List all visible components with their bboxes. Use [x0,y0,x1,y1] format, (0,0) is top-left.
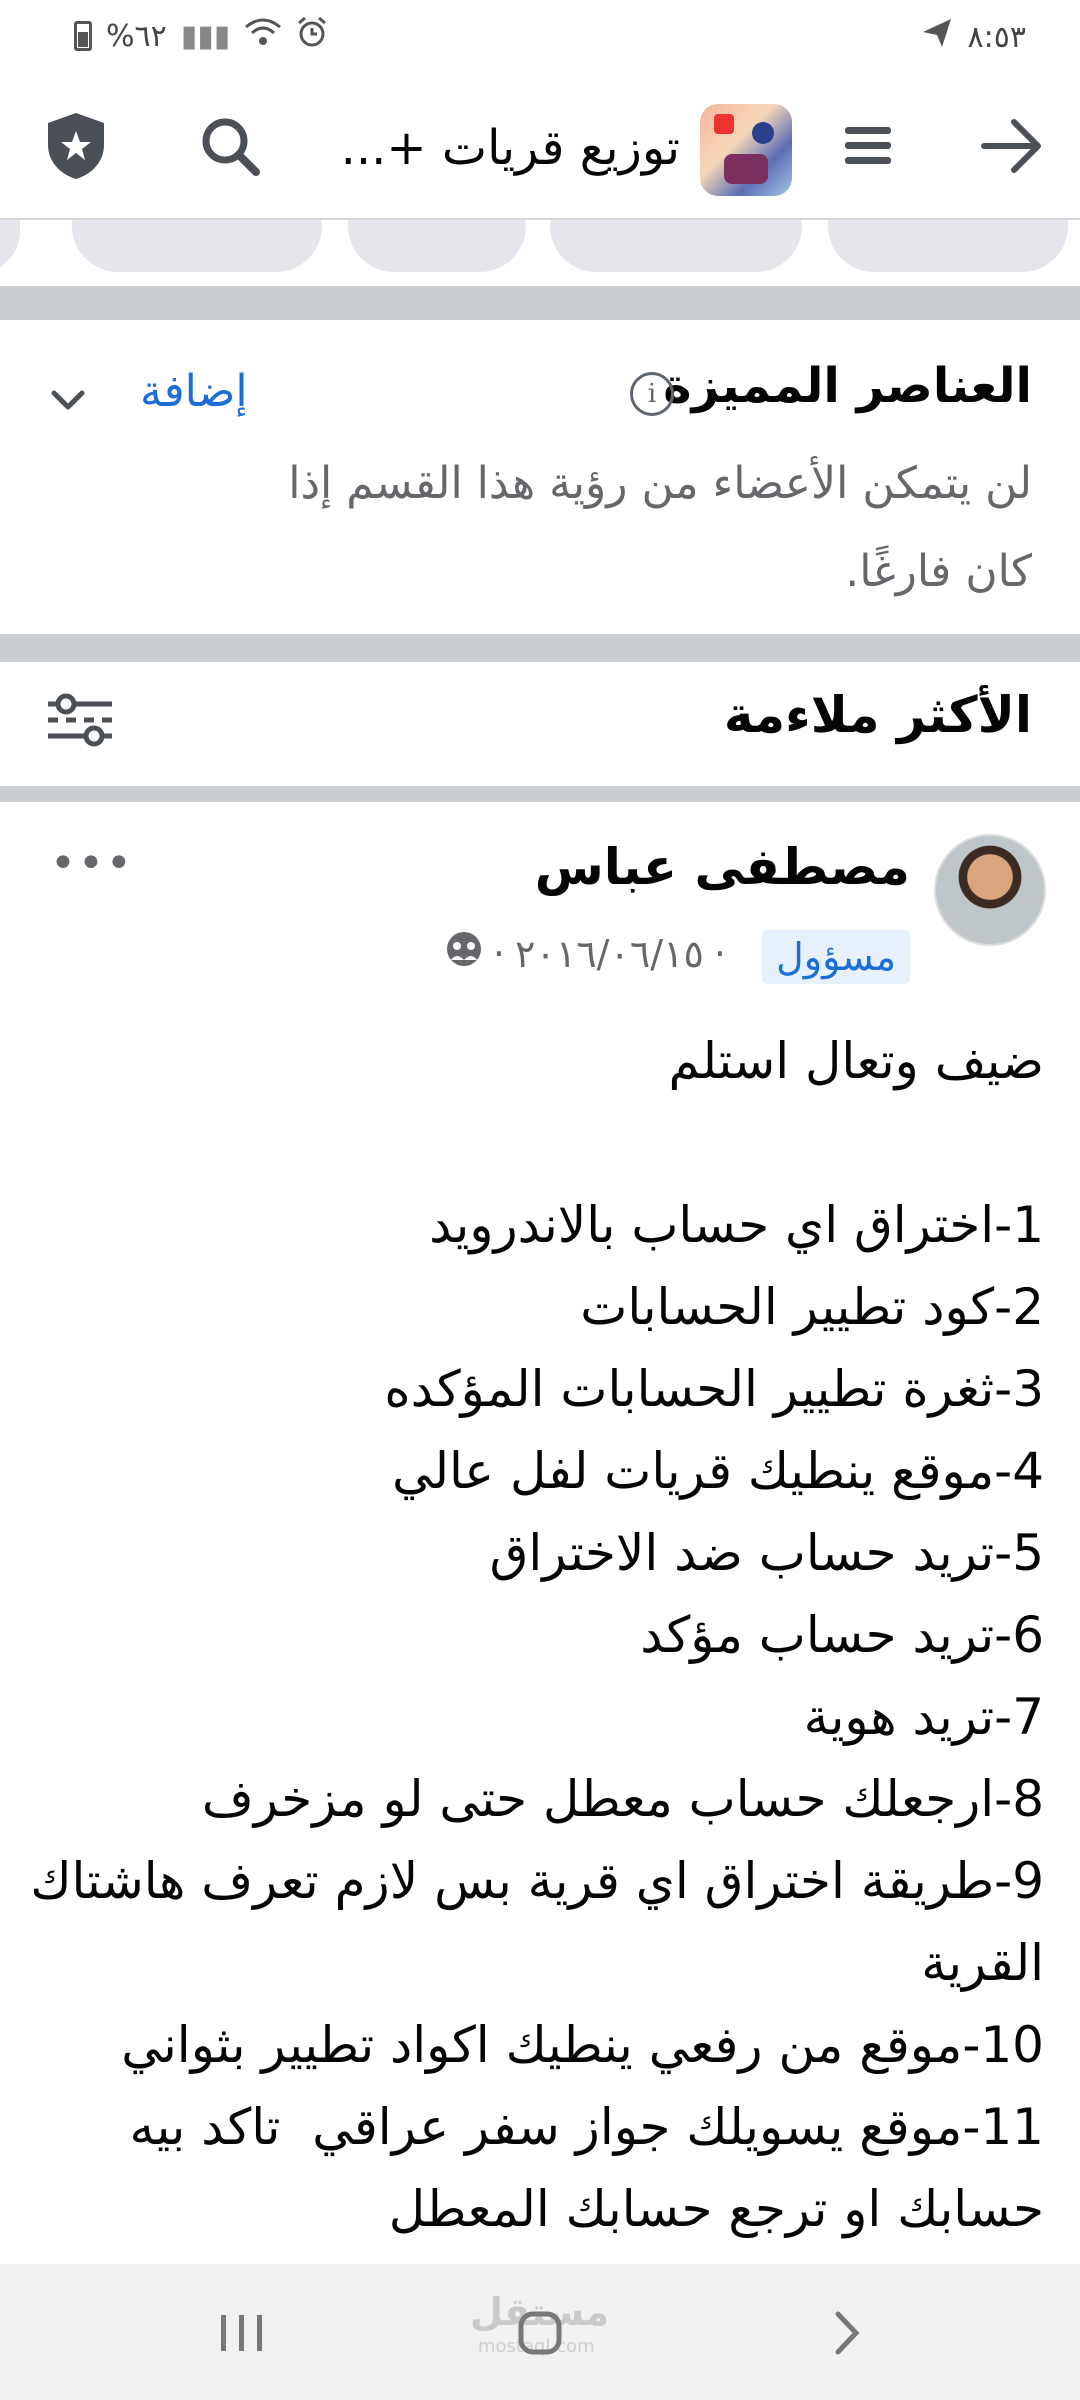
section-divider [0,286,1080,320]
home-icon[interactable] [500,2298,580,2368]
group-cover-thumbnail[interactable] [700,104,792,196]
battery-level: %٦٢ [106,18,167,54]
post-line: 4-موقع ينطيك قريات لفل عالي [392,1442,1044,1500]
back-arrow-icon[interactable] [976,110,1048,182]
featured-title: العناصر المميزة [663,358,1032,414]
signal-icon: ▮▮▮ [180,18,231,54]
group-tab[interactable] [828,220,1068,272]
meta-separator: · [492,931,506,976]
featured-description: لن يتمكن الأعضاء من رؤية هذا القسم إذا ك… [288,458,1032,597]
role-badge: مسؤول [762,930,910,984]
back-chevron-icon[interactable] [806,2298,886,2368]
post-line: 8-ارجعلك حساب معطل حتى لو مزخرف [201,1770,1044,1828]
meta-separator: · [713,931,726,976]
chevron-down-icon[interactable] [48,380,88,420]
clock: ٨:٥٣ [967,19,1026,55]
admin-shield-icon[interactable] [40,110,112,182]
group-tab[interactable] [0,220,20,272]
post-line: 1-اختراق اي حساب بالاندرويد [429,1196,1044,1254]
post-body: ضيف وتعال استلم 1-اختراق اي حساب بالاندر… [24,1020,1044,2250]
send-icon [920,16,954,58]
alarm-icon [296,16,328,56]
author-avatar[interactable] [934,834,1046,946]
post-line: 3-ثغرة تطيير الحسابات المؤكده [384,1360,1044,1418]
system-nav-bar: مستقل mostaql.com [0,2264,1080,2400]
group-header: توزيع قريات +... [0,72,1080,220]
group-tab[interactable] [348,220,526,272]
group-title[interactable]: توزيع قريات +... [341,120,680,176]
post-date[interactable]: ٢٠١٦/٠٦/١٥ [515,932,704,976]
filter-sliders-icon[interactable] [44,690,116,750]
group-tab[interactable] [72,220,322,272]
post-line: 6-تريد حساب مؤكد [640,1606,1044,1664]
members-privacy-icon [445,930,483,977]
post-line: ضيف وتعال استلم [668,1032,1044,1090]
group-tabs-strip [0,220,1080,290]
post-line: 10-موقع من رفعي ينطيك اكواد تطيير بثواني [121,2016,1044,2074]
status-bar: %٦٢ ▮▮▮ ٨:٥٣ [0,0,1080,72]
battery-icon [74,21,92,51]
post-author[interactable]: مصطفى عباس [535,838,910,896]
info-icon[interactable]: i [630,372,674,416]
post-line: 7-تريد هوية [803,1688,1044,1746]
section-divider [0,634,1080,662]
group-tab[interactable] [550,220,802,272]
status-right: ٨:٥٣ [920,16,1026,58]
search-icon[interactable] [194,110,266,182]
post-line: 5-تريد حساب ضد الاختراق [489,1524,1044,1582]
add-featured-link[interactable]: إضافة [140,366,248,417]
post-line: 11-موقع يسويلك جواز سفر عراقي تاكد بيه ح… [113,2098,1044,2238]
post-more-options[interactable]: ••• [50,838,134,889]
status-left: %٦٢ ▮▮▮ [74,16,328,56]
post-line [24,1102,1044,1184]
section-divider [0,786,1080,802]
recent-apps-icon[interactable] [202,2298,282,2368]
sort-label[interactable]: الأكثر ملاءمة [724,686,1032,744]
wifi-icon [244,17,282,55]
post-line: 9-طريقة اختراق اي قرية بس لازم تعرف هاشت… [14,1852,1044,1992]
menu-icon[interactable] [832,110,904,182]
post-meta: · ٢٠١٦/٠٦/١٥ · [445,930,726,977]
post-line: 2-كود تطيير الحسابات [580,1278,1044,1336]
